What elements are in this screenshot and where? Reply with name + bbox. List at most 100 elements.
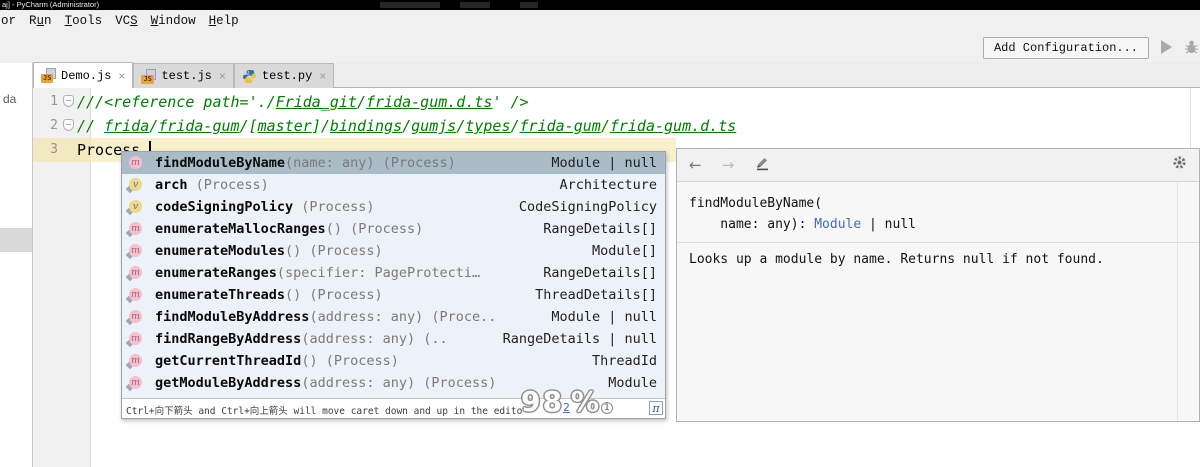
menu-item-or[interactable]: or	[1, 14, 16, 28]
doc-settings-gear-icon[interactable]	[1172, 155, 1187, 175]
debug-bug-icon[interactable]	[1183, 38, 1200, 55]
completion-type: ThreadDetails[]	[535, 287, 657, 303]
main-toolbar: Add Configuration...	[0, 32, 1200, 63]
completion-type: Module | null	[551, 155, 657, 171]
add-configuration-button[interactable]: Add Configuration...	[983, 37, 1149, 59]
tab-test-py[interactable]: test.py ×	[233, 63, 335, 88]
completion-popup: m findModuleByName (name: any) (Process) Mo…	[121, 151, 666, 419]
tab-close-icon[interactable]: ×	[118, 69, 125, 83]
icon-letter: m	[129, 331, 142, 345]
forward-arrow-icon[interactable]: →	[722, 157, 735, 173]
code-segment: /	[600, 117, 610, 135]
icon-letter: m	[129, 155, 142, 169]
code-segment: frida	[104, 117, 150, 135]
completion-name: getModuleByAddress	[155, 375, 302, 391]
tab-label: Demo.js	[61, 68, 112, 83]
run-icon[interactable]	[1161, 40, 1172, 54]
menu-label-post: ools	[72, 14, 103, 28]
project-panel-sliver: da	[0, 63, 33, 467]
icon-letter: m	[129, 309, 142, 323]
tab-test-js[interactable]: JS test.js ×	[133, 63, 234, 88]
tab-label: test.js	[161, 69, 212, 83]
editor-tab-bar: JS Demo.js × JS test.js × test.py ×	[0, 62, 1200, 88]
method-icon: m	[125, 243, 142, 259]
doc-scrollbar-track[interactable]	[1177, 182, 1178, 421]
line-number: 2	[50, 118, 58, 133]
menu-mnemonic: u	[36, 14, 45, 28]
menu-item-vcs[interactable]: VCS	[115, 14, 138, 28]
method-icon: m	[125, 221, 142, 237]
project-panel-scroll-thumb[interactable]	[0, 228, 32, 252]
completion-item-codeSigningPolicy[interactable]: v codeSigningPolicy (Process) CodeSigningP…	[122, 196, 665, 218]
completion-item-findRangeByAddress[interactable]: m findRangeByAddress (address: any) (.. Ran…	[122, 328, 665, 350]
code-segment: /[	[239, 117, 258, 135]
editor-tabs: JS Demo.js × JS test.js × test.py ×	[33, 62, 335, 88]
tab-close-icon[interactable]: ×	[219, 69, 226, 83]
code-segment: /	[510, 117, 520, 135]
completion-item-getCurrentThreadId[interactable]: m getCurrentThreadId() (Process) ThreadId	[122, 350, 665, 372]
menu-mnemonic: T	[64, 14, 73, 28]
fold-marker-icon[interactable]: −	[63, 119, 74, 131]
completion-name: arch	[155, 177, 188, 193]
code-segment: bindings	[329, 117, 403, 135]
menu-item-run[interactable]: Run	[29, 14, 52, 28]
completion-item-enumerateMallocRanges[interactable]: m enumerateMallocRanges() (Process) RangeD…	[122, 218, 665, 240]
completion-item-findModuleByName[interactable]: m findModuleByName (name: any) (Process) Mo…	[122, 152, 665, 174]
completion-name: enumerateModules	[155, 243, 286, 259]
completion-name: findRangeByAddress	[155, 331, 302, 347]
fold-marker-icon[interactable]: −	[63, 95, 74, 107]
completion-hint-text: Ctrl+向下箭头 and Ctrl+向上箭头 will move caret …	[126, 406, 523, 417]
titlebar-artifact	[380, 2, 440, 8]
menu-label-pre: R	[29, 14, 37, 28]
js-file-icon: JS	[141, 68, 157, 84]
menu-label-post: elp	[216, 14, 239, 28]
completion-item-findModuleByAddress[interactable]: m findModuleByAddress (address: any) (Proc…	[122, 306, 665, 328]
icon-letter: v	[129, 177, 142, 191]
editor-scrollbar-edge[interactable]	[1190, 88, 1191, 148]
tab-demo-js[interactable]: JS Demo.js ×	[33, 62, 134, 88]
menu-mnemonic: W	[150, 14, 159, 28]
doc-signature-name: findModuleByName(	[689, 196, 823, 211]
completion-type: RangeDetails | null	[502, 331, 657, 347]
code-line-1: ///<reference path='./Frida_git/frida-gu…	[77, 90, 529, 114]
window-title: aj] - PyCharm (Administrator)	[2, 0, 100, 9]
completion-item-enumerateRanges[interactable]: m enumerateRanges (specifier: PageProtecti…	[122, 262, 665, 284]
completion-item-arch[interactable]: v arch (Process) Architecture	[122, 174, 665, 196]
menu-label-pre: or	[1, 14, 17, 28]
completion-params: () (Process)	[285, 287, 383, 303]
method-icon: m	[127, 155, 142, 171]
code-segment: frida-gum	[158, 117, 240, 135]
method-icon: m	[125, 265, 142, 281]
menu-label-post: n	[44, 14, 52, 28]
project-tree-partial-text: da	[3, 92, 17, 106]
completion-name: enumerateMallocRanges	[155, 221, 326, 237]
code-segment: frida-gum	[519, 117, 601, 135]
pycharm-window: aj] - PyCharm (Administrator) or Run Tools…	[0, 0, 1200, 467]
js-file-badge: JS	[41, 74, 54, 83]
code-segment: gumjs	[411, 117, 457, 135]
completion-params: (address: any) (Proce..	[309, 309, 497, 325]
completion-params: (name: any) (Process)	[285, 155, 456, 171]
icon-letter: m	[129, 375, 142, 389]
completion-name: findModuleByName	[155, 155, 286, 171]
completion-item-enumerateThreads[interactable]: m enumerateThreads() (Process) ThreadDetai…	[122, 284, 665, 306]
watermark-subscript: 2	[562, 401, 570, 414]
edit-source-pencil-icon[interactable]	[754, 155, 770, 176]
code-segment: ]/	[311, 117, 330, 135]
property-icon: v	[125, 177, 142, 193]
doc-signature-param: name: any):	[689, 217, 815, 232]
line-number: 1	[50, 94, 58, 109]
code-segment: ' />	[492, 93, 529, 111]
completion-type: Module | null	[551, 309, 657, 325]
menu-item-window[interactable]: Window	[151, 14, 196, 28]
completion-type: RangeDetails[]	[543, 221, 657, 237]
tab-close-icon[interactable]: ×	[319, 69, 326, 83]
back-arrow-icon[interactable]: ←	[689, 157, 702, 173]
completion-item-enumerateModules[interactable]: m enumerateModules() (Process) Module[]	[122, 240, 665, 262]
doc-module-link[interactable]: Module	[814, 217, 861, 232]
method-icon: m	[125, 353, 142, 369]
menu-item-help[interactable]: Help	[209, 14, 239, 28]
menu-item-tools[interactable]: Tools	[65, 14, 103, 28]
code-segment: //	[77, 117, 105, 135]
completion-list: m findModuleByName (name: any) (Process) Mo…	[122, 152, 665, 398]
